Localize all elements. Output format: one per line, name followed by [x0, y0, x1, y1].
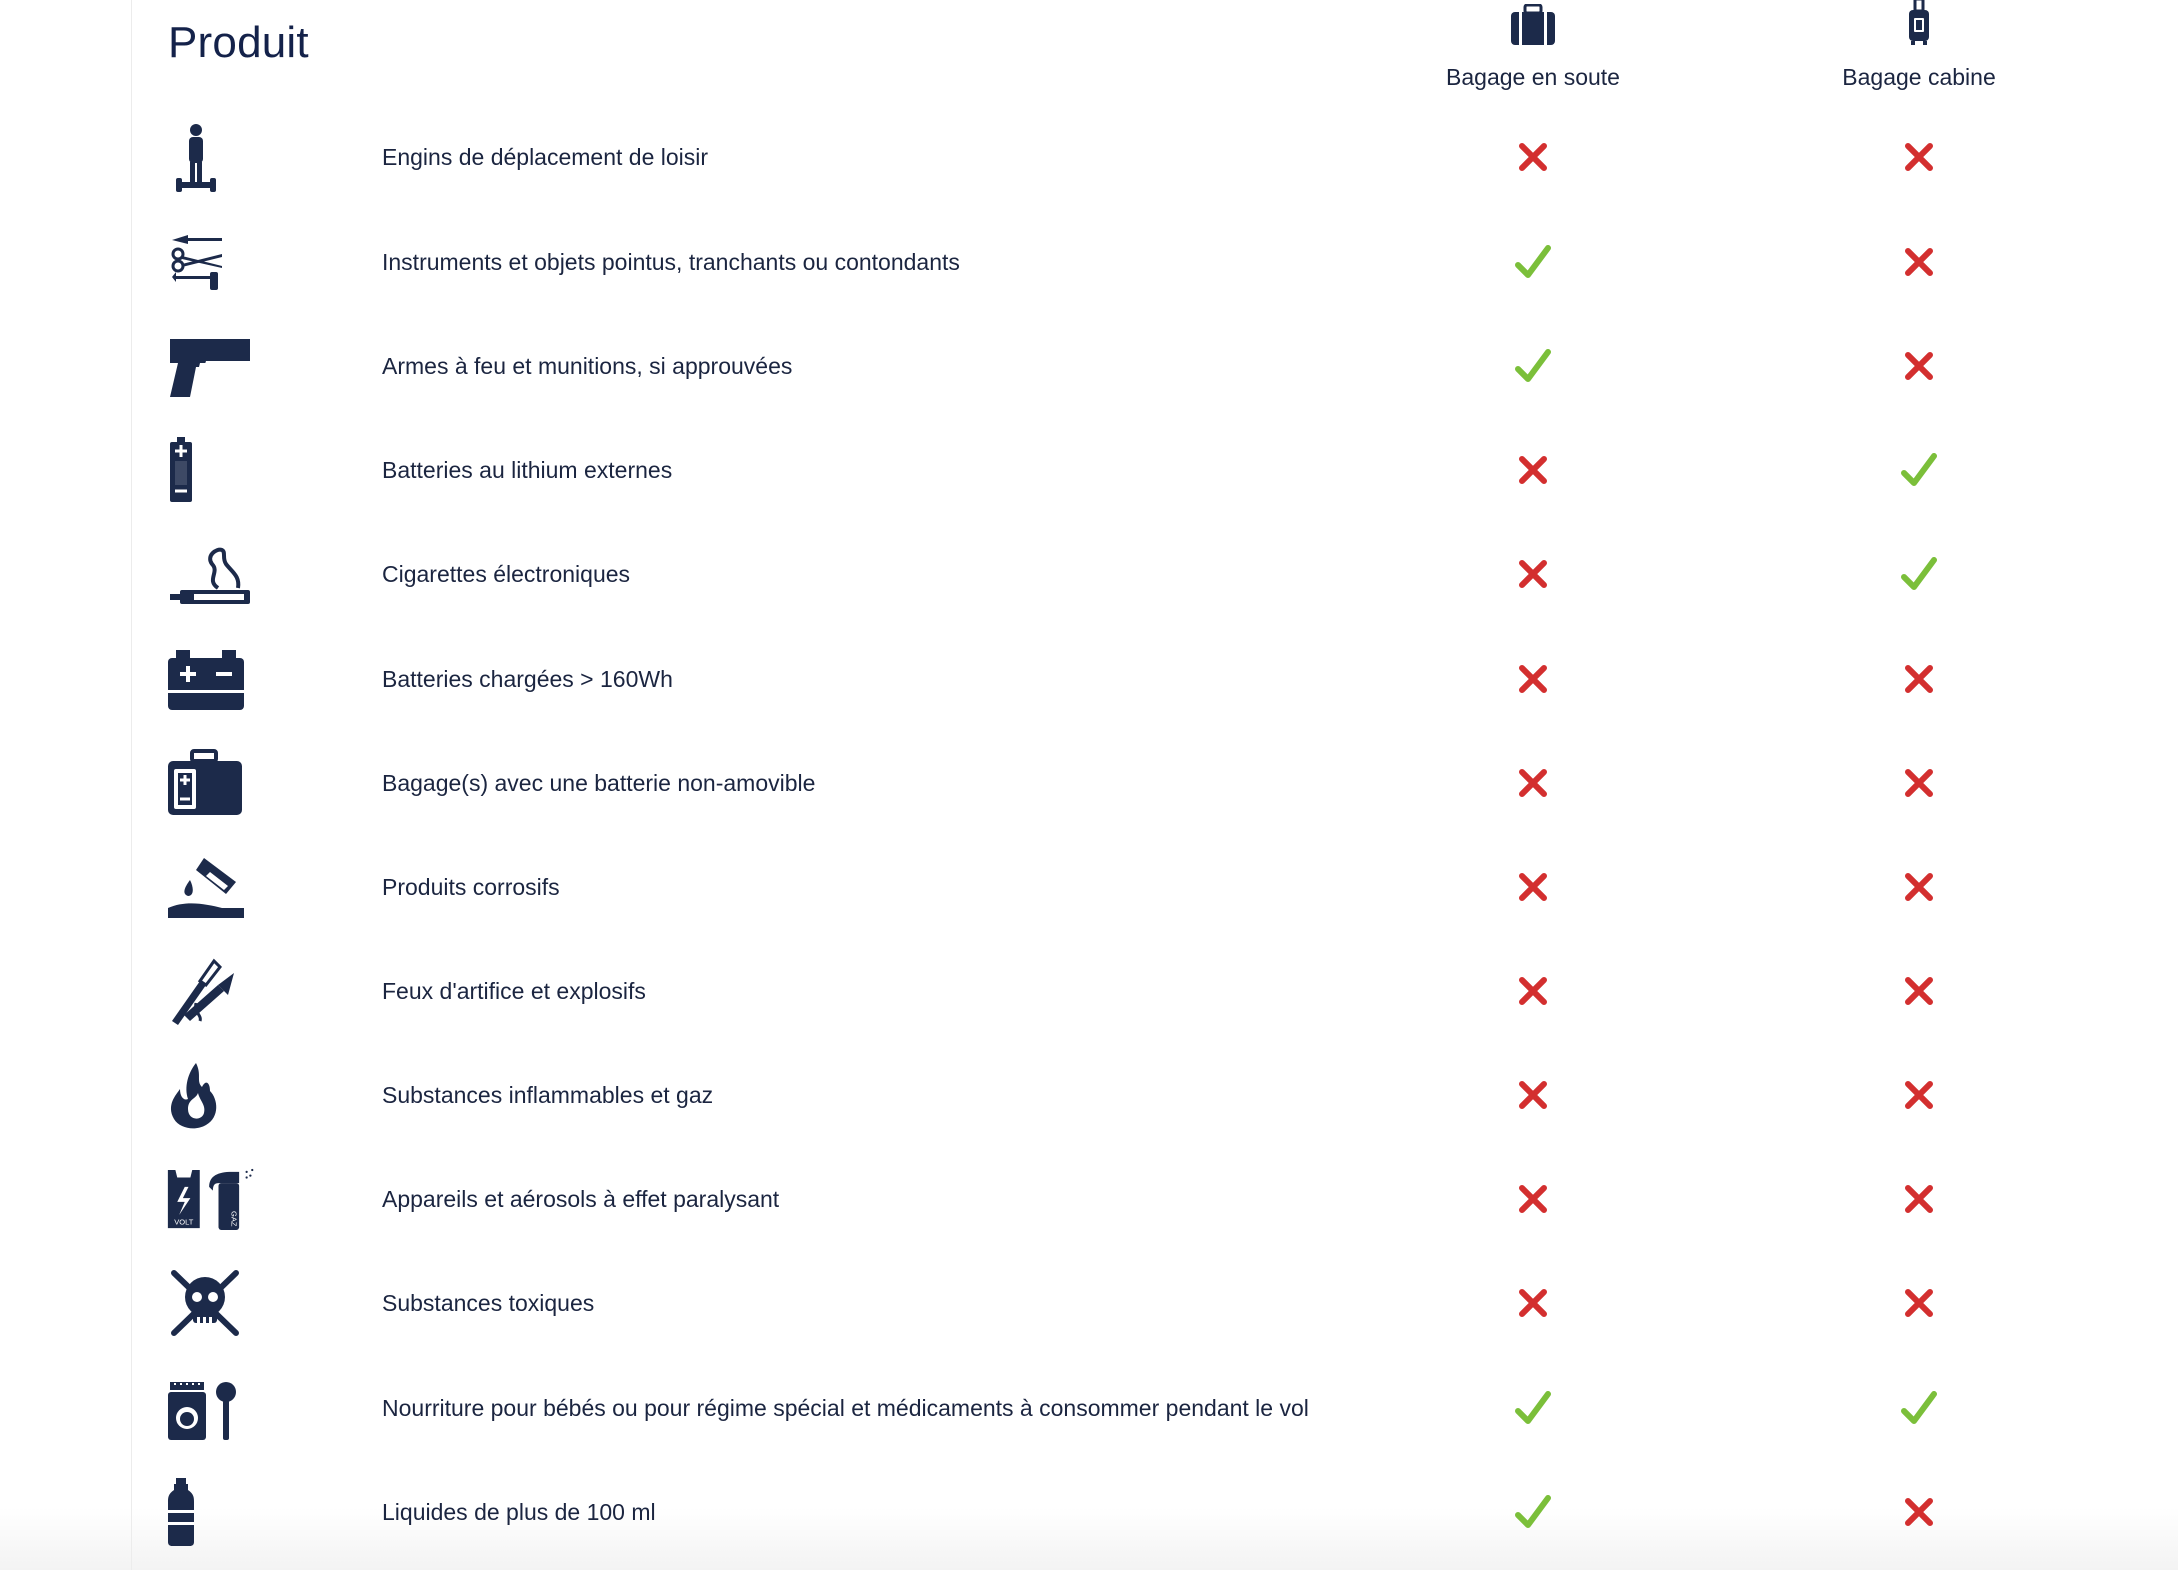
- spray-label: GAZ: [230, 1211, 239, 1227]
- product-label: Nourriture pour bébés ou pour régime spé…: [382, 1395, 1309, 1421]
- product-label: Liquides de plus de 100 ml: [382, 1499, 656, 1525]
- product-label: Feux d'artifice et explosifs: [382, 978, 646, 1004]
- product-label: Appareils et aérosols à effet paralysant: [382, 1186, 780, 1212]
- column-header-label: Bagage en soute: [1446, 64, 1620, 90]
- column-header-checked-baggage: Bagage en soute: [1373, 0, 1693, 91]
- fireworks-icon: [166, 949, 256, 1033]
- forbidden-cross-icon-cabine: [1759, 659, 2079, 699]
- product-label: Substances inflammables et gaz: [382, 1082, 714, 1108]
- corrosive-icon: [166, 845, 256, 929]
- product-column-title: Produit: [168, 18, 309, 67]
- product-label: Armes à feu et munitions, si approuvées: [382, 353, 793, 379]
- forbidden-cross-icon-soute: [1373, 659, 1693, 699]
- cabin-trolley-icon: [1906, 0, 1932, 46]
- flame-icon: [166, 1053, 256, 1137]
- column-header-label: Bagage cabine: [1842, 64, 1996, 90]
- table-row: Nourriture pour bébés ou pour régime spé…: [0, 1356, 2178, 1460]
- checked-suitcase-icon: [1509, 0, 1557, 46]
- table-row: Produits corrosifs: [0, 835, 2178, 939]
- table-row: Substances inflammables et gaz: [0, 1043, 2178, 1147]
- forbidden-cross-icon-cabine: [1759, 1075, 2079, 1115]
- forbidden-cross-icon-cabine: [1759, 867, 2079, 907]
- forbidden-cross-icon-soute: [1373, 137, 1693, 177]
- forbidden-cross-icon-cabine: [1759, 763, 2079, 803]
- allowed-check-icon-soute: [1373, 1492, 1693, 1532]
- table-row: Batteries chargées > 160Wh: [0, 627, 2178, 731]
- table-row: VOLT GAZ Appareils et aérosols à effet par…: [0, 1147, 2178, 1251]
- forbidden-cross-icon-soute: [1373, 867, 1693, 907]
- forbidden-cross-icon-soute: [1373, 554, 1693, 594]
- lithium-battery-icon: [166, 428, 256, 512]
- allowed-check-icon-cabine: [1759, 554, 2079, 594]
- table-row: Engins de déplacement de loisir: [0, 105, 2178, 209]
- smart-luggage-icon: [166, 741, 256, 825]
- product-label: Engins de déplacement de loisir: [382, 144, 709, 170]
- forbidden-cross-icon-soute: [1373, 971, 1693, 1011]
- forbidden-cross-icon-cabine: [1759, 346, 2079, 386]
- allowed-check-icon-cabine: [1759, 1388, 2079, 1428]
- product-label: Instruments et objets pointus, tranchant…: [382, 249, 960, 275]
- product-label: Batteries au lithium externes: [382, 457, 673, 483]
- bottle-icon: [166, 1470, 256, 1554]
- allowed-check-icon-soute: [1373, 242, 1693, 282]
- e-cigarette-icon: [166, 532, 256, 616]
- forbidden-cross-icon-cabine: [1759, 1283, 2079, 1323]
- forbidden-cross-icon-soute: [1373, 763, 1693, 803]
- table-row: Cigarettes électroniques: [0, 522, 2178, 626]
- table-row: Armes à feu et munitions, si approuvées: [0, 314, 2178, 418]
- product-label: Produits corrosifs: [382, 874, 560, 900]
- forbidden-cross-icon-soute: [1373, 1179, 1693, 1219]
- product-label: Batteries chargées > 160Wh: [382, 666, 673, 692]
- pistol-icon: [166, 324, 256, 408]
- allowed-check-icon-soute: [1373, 1388, 1693, 1428]
- forbidden-cross-icon-soute: [1373, 1283, 1693, 1323]
- column-header-cabin-baggage: Bagage cabine: [1759, 0, 2079, 91]
- forbidden-cross-icon-cabine: [1759, 1179, 2079, 1219]
- product-label: Bagage(s) avec une batterie non-amovible: [382, 770, 816, 796]
- allowed-check-icon-soute: [1373, 346, 1693, 386]
- taser-label: VOLT: [174, 1217, 193, 1226]
- allowed-check-icon-cabine: [1759, 450, 2079, 490]
- forbidden-cross-icon-cabine: [1759, 242, 2079, 282]
- table-row: Liquides de plus de 100 ml: [0, 1460, 2178, 1564]
- table-row: Feux d'artifice et explosifs: [0, 939, 2178, 1043]
- dangerous-goods-page: Produit Bagage en soute Bagage cabine En…: [0, 0, 2178, 1570]
- forbidden-cross-icon-soute: [1373, 1075, 1693, 1115]
- table-row: Instruments et objets pointus, tranchant…: [0, 210, 2178, 314]
- forbidden-cross-icon-cabine: [1759, 1492, 2079, 1532]
- skull-icon: [166, 1261, 256, 1345]
- taser-spray-icon: VOLT GAZ: [166, 1157, 256, 1241]
- forbidden-cross-icon-cabine: [1759, 137, 2079, 177]
- table-row: Batteries au lithium externes: [0, 418, 2178, 522]
- product-label: Cigarettes électroniques: [382, 561, 631, 587]
- table-row: Substances toxiques: [0, 1251, 2178, 1355]
- sharp-tools-icon: [166, 220, 256, 304]
- product-label: Substances toxiques: [382, 1290, 595, 1316]
- forbidden-cross-icon-soute: [1373, 450, 1693, 490]
- baby-food-icon: [166, 1366, 256, 1450]
- table-row: Bagage(s) avec une batterie non-amovible: [0, 731, 2178, 835]
- forbidden-cross-icon-cabine: [1759, 971, 2079, 1011]
- car-battery-icon: [166, 637, 256, 721]
- hoverboard-icon: [166, 115, 256, 199]
